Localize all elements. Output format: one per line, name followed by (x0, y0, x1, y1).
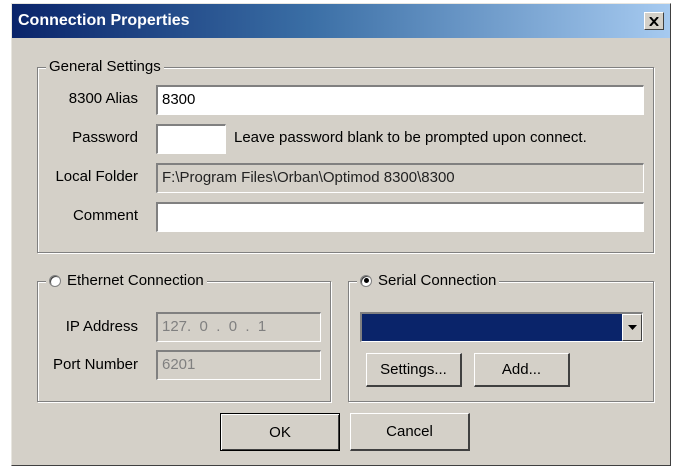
serial-add-button[interactable]: Add... (474, 353, 570, 387)
password-hint: Leave password blank to be prompted upon… (234, 129, 587, 146)
serial-radio[interactable] (360, 274, 372, 287)
title-bar[interactable]: Connection Properties (12, 4, 670, 38)
ip-address-field: 127. 0 . 0 . 1 (156, 312, 321, 342)
port-number-label: Port Number (52, 356, 138, 373)
close-button[interactable] (644, 12, 664, 30)
password-label: Password (72, 129, 138, 146)
window-title: Connection Properties (18, 12, 190, 29)
ethernet-connection-group: Ethernet Connection IP Address 127. 0 . … (37, 272, 331, 402)
alias-label: 8300 Alias (68, 90, 138, 107)
serial-port-dropdown[interactable] (360, 312, 643, 342)
comment-label: Comment (72, 207, 138, 224)
connection-properties-dialog: Connection Properties General Settings 8… (11, 3, 671, 466)
ethernet-radio[interactable] (49, 274, 61, 287)
close-icon (649, 16, 659, 26)
port-number-field: 6201 (156, 350, 321, 380)
password-input[interactable] (156, 124, 226, 154)
local-folder-field: F:\Program Files\Orban\Optimod 8300\8300 (156, 163, 644, 193)
ok-button[interactable]: OK (220, 413, 340, 451)
cancel-button[interactable]: Cancel (350, 413, 470, 451)
serial-connection-legend: Serial Connection (357, 272, 500, 289)
ip-address-label: IP Address (65, 318, 138, 335)
chevron-down-icon (627, 325, 637, 330)
ethernet-connection-title: Ethernet Connection (67, 272, 204, 289)
ethernet-connection-legend: Ethernet Connection (46, 272, 207, 289)
general-settings-legend: General Settings (46, 58, 164, 75)
general-settings-group: General Settings 8300 Alias 8300 Passwor… (37, 58, 654, 253)
general-settings-title: General Settings (49, 58, 161, 75)
serial-settings-button[interactable]: Settings... (366, 353, 462, 387)
dropdown-arrow-button[interactable] (622, 314, 642, 341)
local-folder-label: Local Folder (55, 168, 138, 185)
comment-input[interactable] (156, 202, 644, 232)
alias-input[interactable]: 8300 (156, 85, 644, 115)
serial-connection-title: Serial Connection (378, 272, 497, 289)
serial-connection-group: Serial Connection Settings... Add... (348, 272, 654, 402)
